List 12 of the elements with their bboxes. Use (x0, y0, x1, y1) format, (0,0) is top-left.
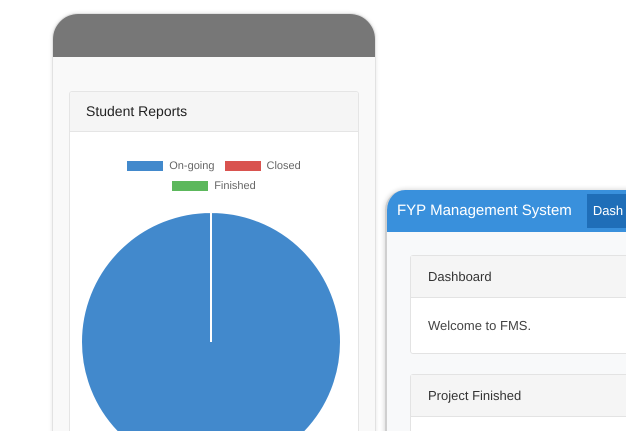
card-text: Welcome to FMS. (428, 316, 532, 335)
legend-label: On-going (169, 158, 214, 174)
legend-swatch (127, 161, 164, 171)
legend-label: Finished (214, 178, 256, 194)
card-title: Student Reports (86, 102, 188, 121)
brand-title: FYP Management System (397, 200, 572, 221)
nav-tab[interactable]: Dash (586, 194, 626, 228)
legend-swatch (172, 181, 208, 191)
card-title: Project Finished (428, 386, 522, 405)
legend-swatch (224, 161, 260, 171)
legend-label: Closed (266, 158, 301, 174)
card-title: Dashboard (428, 268, 492, 286)
